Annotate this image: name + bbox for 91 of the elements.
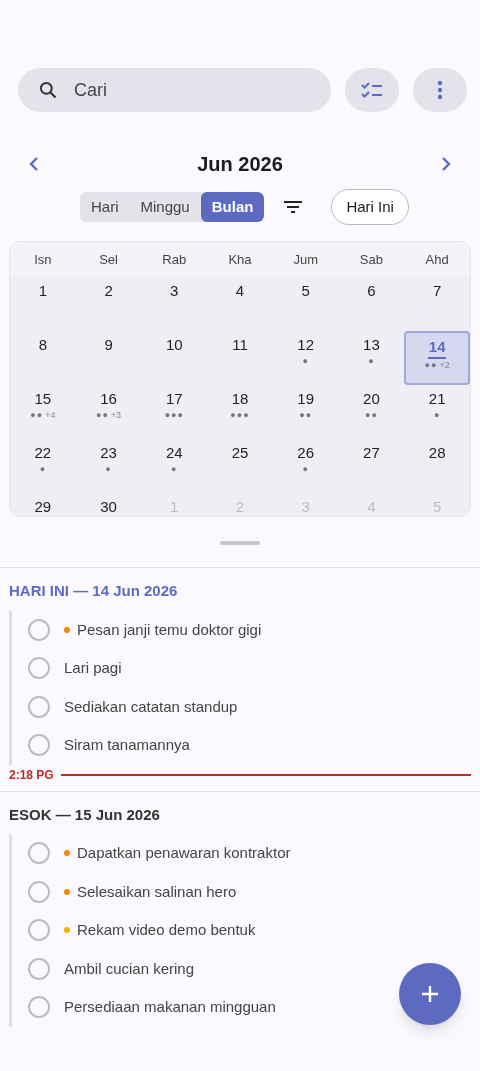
task-checkbox[interactable] — [28, 657, 50, 680]
task-title: Persediaan makanan mingguan — [64, 997, 276, 1017]
event-dots: ● — [171, 464, 178, 474]
weekday-label: Sab — [358, 250, 384, 269]
day-cell[interactable]: 8 — [10, 331, 76, 385]
day-cell[interactable]: 24 ● — [141, 439, 208, 493]
event-dots: ● — [302, 356, 309, 366]
day-cell[interactable]: 10 — [141, 331, 208, 385]
more-count: +2 — [439, 360, 450, 370]
day-cell[interactable]: 25 — [207, 439, 273, 493]
day-cell[interactable]: 30 — [75, 493, 142, 516]
view-tab[interactable]: Hari — [80, 192, 130, 222]
task-checkbox[interactable] — [28, 957, 50, 980]
day-cell[interactable]: 26 ● — [272, 439, 339, 493]
day-cell[interactable]: 4 — [207, 277, 273, 331]
weekday-label: Kha — [227, 250, 253, 269]
day-cell[interactable]: 21 ● — [404, 385, 470, 439]
filter-icon[interactable] — [284, 200, 303, 214]
event-dots: ● — [302, 464, 309, 474]
day-cell[interactable]: 22 ● — [10, 439, 76, 493]
event-dots: ●● — [96, 410, 109, 420]
search-field[interactable]: Cari — [18, 68, 331, 112]
task-checkbox[interactable] — [28, 919, 50, 942]
day-cell[interactable]: 1 — [10, 277, 76, 331]
section-heading: HARI INI — 14 Jun 2026 — [8, 581, 179, 601]
day-cell[interactable]: 19 ●● — [272, 385, 339, 439]
day-cell[interactable]: 16 ●● +3 — [75, 385, 142, 439]
event-dots: ●●● — [164, 410, 184, 420]
weekday-label: Ahd — [424, 250, 450, 269]
task-title: Rekam video demo bentuk — [77, 920, 256, 940]
day-cell[interactable]: 7 — [404, 277, 470, 331]
weekday-label: Jum — [292, 250, 319, 269]
task-checkbox[interactable] — [28, 618, 50, 641]
weekday-label: Isn — [33, 250, 53, 269]
more-icon — [437, 80, 443, 100]
section-heading: ESOK — 15 Jun 2026 — [8, 804, 161, 825]
more-count: +3 — [110, 410, 122, 420]
more-count: +4 — [45, 410, 56, 420]
search-icon — [38, 80, 58, 100]
next-icon[interactable] — [440, 156, 452, 172]
event-dots: ●● — [30, 410, 44, 420]
event-dots: ●● — [299, 410, 313, 420]
day-cell[interactable]: 12 ● — [272, 331, 339, 385]
day-cell[interactable]: 20 ●● — [338, 385, 405, 439]
task-title: Pesan janji temu doktor gigi — [77, 619, 262, 640]
day-cell[interactable]: 27 — [338, 439, 405, 493]
task-title: Lari pagi — [64, 658, 122, 678]
task-checkbox[interactable] — [28, 734, 50, 757]
day-cell[interactable]: 13 ● — [338, 331, 405, 385]
task-checkbox[interactable] — [28, 880, 50, 903]
weekday-label: Sel — [98, 250, 119, 269]
event-dots: ● — [39, 464, 47, 474]
task-checkbox[interactable] — [28, 842, 50, 865]
drag-handle[interactable] — [220, 541, 260, 545]
today-button[interactable]: Hari Ini — [331, 189, 409, 225]
day-cell[interactable]: 3 — [141, 277, 208, 331]
view-tab[interactable]: Minggu — [129, 192, 201, 222]
weekday-label: Rab — [161, 250, 188, 269]
task-title: Selesaikan salinan hero — [77, 881, 237, 902]
checklist-button[interactable] — [345, 68, 399, 112]
day-cell[interactable]: 15 ●● +4 — [10, 385, 76, 439]
task-checkbox[interactable] — [28, 695, 50, 718]
day-cell[interactable]: 23 ● — [75, 439, 142, 493]
checklist-icon — [361, 81, 383, 99]
day-cell[interactable]: 6 — [338, 277, 405, 331]
current-time: 2:18 PG — [9, 766, 54, 784]
previous-icon[interactable] — [28, 156, 40, 172]
day-cell[interactable]: 2 — [75, 277, 142, 331]
more-button[interactable] — [413, 68, 467, 112]
day-cell[interactable]: 29 — [10, 493, 76, 516]
day-cell[interactable]: 11 — [207, 331, 273, 385]
event-dots: ● — [368, 356, 375, 366]
plus-icon — [421, 985, 439, 1003]
day-cell[interactable]: 28 — [404, 439, 470, 493]
task-checkbox[interactable] — [28, 996, 50, 1019]
event-dots: ● — [105, 464, 112, 474]
day-cell[interactable]: 18 ●●● — [207, 385, 273, 439]
day-cell[interactable]: 17 ●●● — [141, 385, 208, 439]
event-dots: ●● — [365, 410, 378, 420]
day-cell[interactable]: 9 — [75, 331, 142, 385]
event-dots: ●● — [424, 360, 438, 370]
task-title: Sediakan catatan standup — [64, 696, 238, 717]
view-tab[interactable]: Bulan — [200, 192, 265, 222]
task-title: Dapatkan penawaran kontraktor — [77, 843, 291, 863]
task-title: Siram tanamannya — [64, 735, 190, 755]
add-button[interactable] — [399, 963, 461, 1025]
month-title: Jun 2026 — [197, 152, 283, 177]
event-dots: ●●● — [230, 410, 250, 420]
event-dots: ● — [433, 410, 441, 420]
day-cell[interactable]: 5 — [272, 277, 339, 331]
task-title: Ambil cucian kering — [64, 958, 195, 979]
